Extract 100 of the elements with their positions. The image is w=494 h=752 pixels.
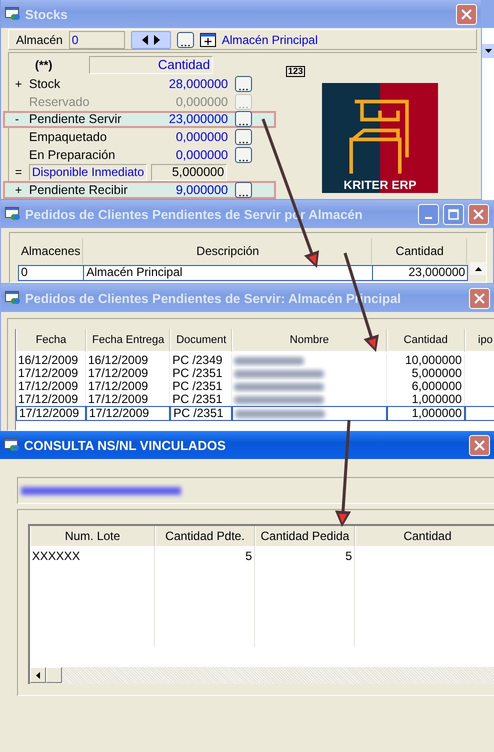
stock-value: 9,000000 (174, 183, 228, 198)
up-arrow-icon (474, 266, 482, 270)
details-button[interactable] (235, 76, 252, 92)
stock-label: Pendiente Recibir (29, 183, 129, 198)
horizontal-scrollbar[interactable] (30, 667, 494, 684)
close-button[interactable] (468, 204, 489, 224)
dots-icon (180, 44, 190, 47)
column-header[interactable]: Cantidad (386, 329, 465, 352)
column-header[interactable]: Fecha Entrega (86, 329, 170, 352)
table-cell: 1,000000 (412, 407, 462, 420)
column-header[interactable]: Fecha (16, 329, 86, 352)
column-header[interactable]: Nombre (232, 329, 387, 352)
column-header[interactable]: Cantidad Pedida (255, 526, 355, 546)
stock-value: 0,000000 (174, 94, 228, 109)
table-cell: 6,000000 (412, 380, 462, 393)
close-icon (473, 208, 484, 220)
column-header[interactable]: Document (170, 329, 232, 352)
new-window-icon[interactable] (200, 32, 216, 47)
scroll-up-button[interactable] (470, 262, 486, 275)
sign-text: - (15, 112, 19, 126)
close-button[interactable] (456, 4, 477, 24)
table-cell: 16/12/2009 (18, 354, 78, 367)
table-cell: 10,000000 (405, 354, 462, 367)
warehouse-label: Almacén (16, 32, 63, 47)
table-cell: Almacén Principal (84, 266, 372, 280)
warehouse-code-field[interactable]: 0 (68, 30, 125, 49)
column-marker: (**) (34, 58, 54, 72)
close-button[interactable] (469, 434, 490, 456)
stock-value: 5,000000 (151, 164, 228, 181)
table-cell: PC /2349 (172, 354, 222, 367)
browse-button[interactable] (176, 32, 194, 48)
navigation-buttons[interactable] (130, 30, 171, 49)
column-header[interactable]: Cantidad Pdte. (155, 526, 255, 546)
stock-label: Stock (29, 77, 62, 92)
table-cell: 17/12/2009 (18, 380, 78, 393)
column-header[interactable]: ipo (464, 329, 494, 352)
table-cell: 0 (19, 266, 84, 280)
stock-value: 0,000000 (174, 130, 228, 144)
stock-label: Empaquetado (29, 130, 108, 144)
dots-icon (239, 123, 248, 126)
close-icon (461, 8, 472, 20)
table-cell: 17/12/2009 (18, 393, 78, 406)
blurred-name (234, 356, 304, 365)
dots-icon (239, 88, 248, 92)
window-title: CONSULTA NS/NL VINCULADOS (24, 438, 227, 452)
maximize-icon (448, 208, 459, 220)
table-cell: 17/12/2009 (88, 393, 148, 406)
minimize-icon (425, 217, 432, 219)
dots-icon (239, 194, 248, 198)
maximize-button[interactable] (443, 204, 464, 224)
dots-icon (239, 106, 248, 109)
table-cell: 17/12/2009 (89, 407, 150, 420)
window-title: Stocks (25, 6, 69, 22)
column-header[interactable]: Cantidad (355, 526, 494, 546)
next-icon (154, 34, 160, 45)
table-cell: 1,000000 (412, 393, 462, 406)
sign-text: + (15, 183, 22, 198)
stock-label: Pendiente Servir (29, 112, 122, 126)
left-arrow-icon (36, 672, 40, 678)
stock-value: 0,000000 (174, 148, 228, 162)
stock-label: Reservado (29, 94, 90, 109)
table-cell: 5 (245, 549, 252, 563)
details-button[interactable] (235, 129, 252, 146)
window-icon (5, 291, 21, 305)
minimize-button[interactable] (418, 204, 439, 224)
dots-icon (239, 158, 248, 162)
column-header: Cantidad (89, 56, 213, 74)
close-icon (474, 440, 485, 450)
table-cell: 17/12/2009 (19, 407, 80, 420)
window-icon (4, 438, 20, 452)
table-cell: XXXXXX (32, 549, 80, 563)
sign-text: = (15, 165, 22, 180)
stock-label: Disponible Inmediato (29, 164, 148, 181)
details-button[interactable] (235, 146, 252, 163)
table-cell: 17/12/2009 (88, 380, 148, 393)
table-cell: 17/12/2009 (88, 367, 148, 380)
details-button[interactable] (235, 182, 252, 198)
stock-label: En Preparación (29, 148, 116, 162)
window-icon (5, 207, 21, 221)
numeric-badge: 123 (286, 66, 306, 78)
dots-icon (239, 141, 248, 144)
dropdown-icon (484, 49, 492, 53)
scrollbar-thumb[interactable] (46, 667, 62, 683)
close-button[interactable] (469, 288, 490, 308)
previous-icon (142, 34, 148, 45)
column-header[interactable]: Num. Lote (30, 526, 155, 546)
details-button[interactable] (235, 111, 252, 128)
close-icon (474, 292, 485, 304)
table-cell: PC /2351 (173, 407, 224, 420)
scroll-left-button[interactable] (30, 667, 46, 683)
stock-value: 23,000000 (168, 112, 228, 126)
table-cell: 23,000000 (373, 266, 468, 280)
table-cell: 5,000000 (412, 367, 462, 380)
dropdown-button[interactable] (482, 44, 494, 58)
table-cell: PC /2351 (172, 380, 222, 393)
window-icon (5, 7, 21, 21)
table-cell: PC /2351 (172, 393, 222, 406)
sign-text: + (15, 77, 22, 92)
column-header[interactable]: Almacenes (19, 238, 84, 264)
table-cell: 17/12/2009 (18, 367, 78, 380)
